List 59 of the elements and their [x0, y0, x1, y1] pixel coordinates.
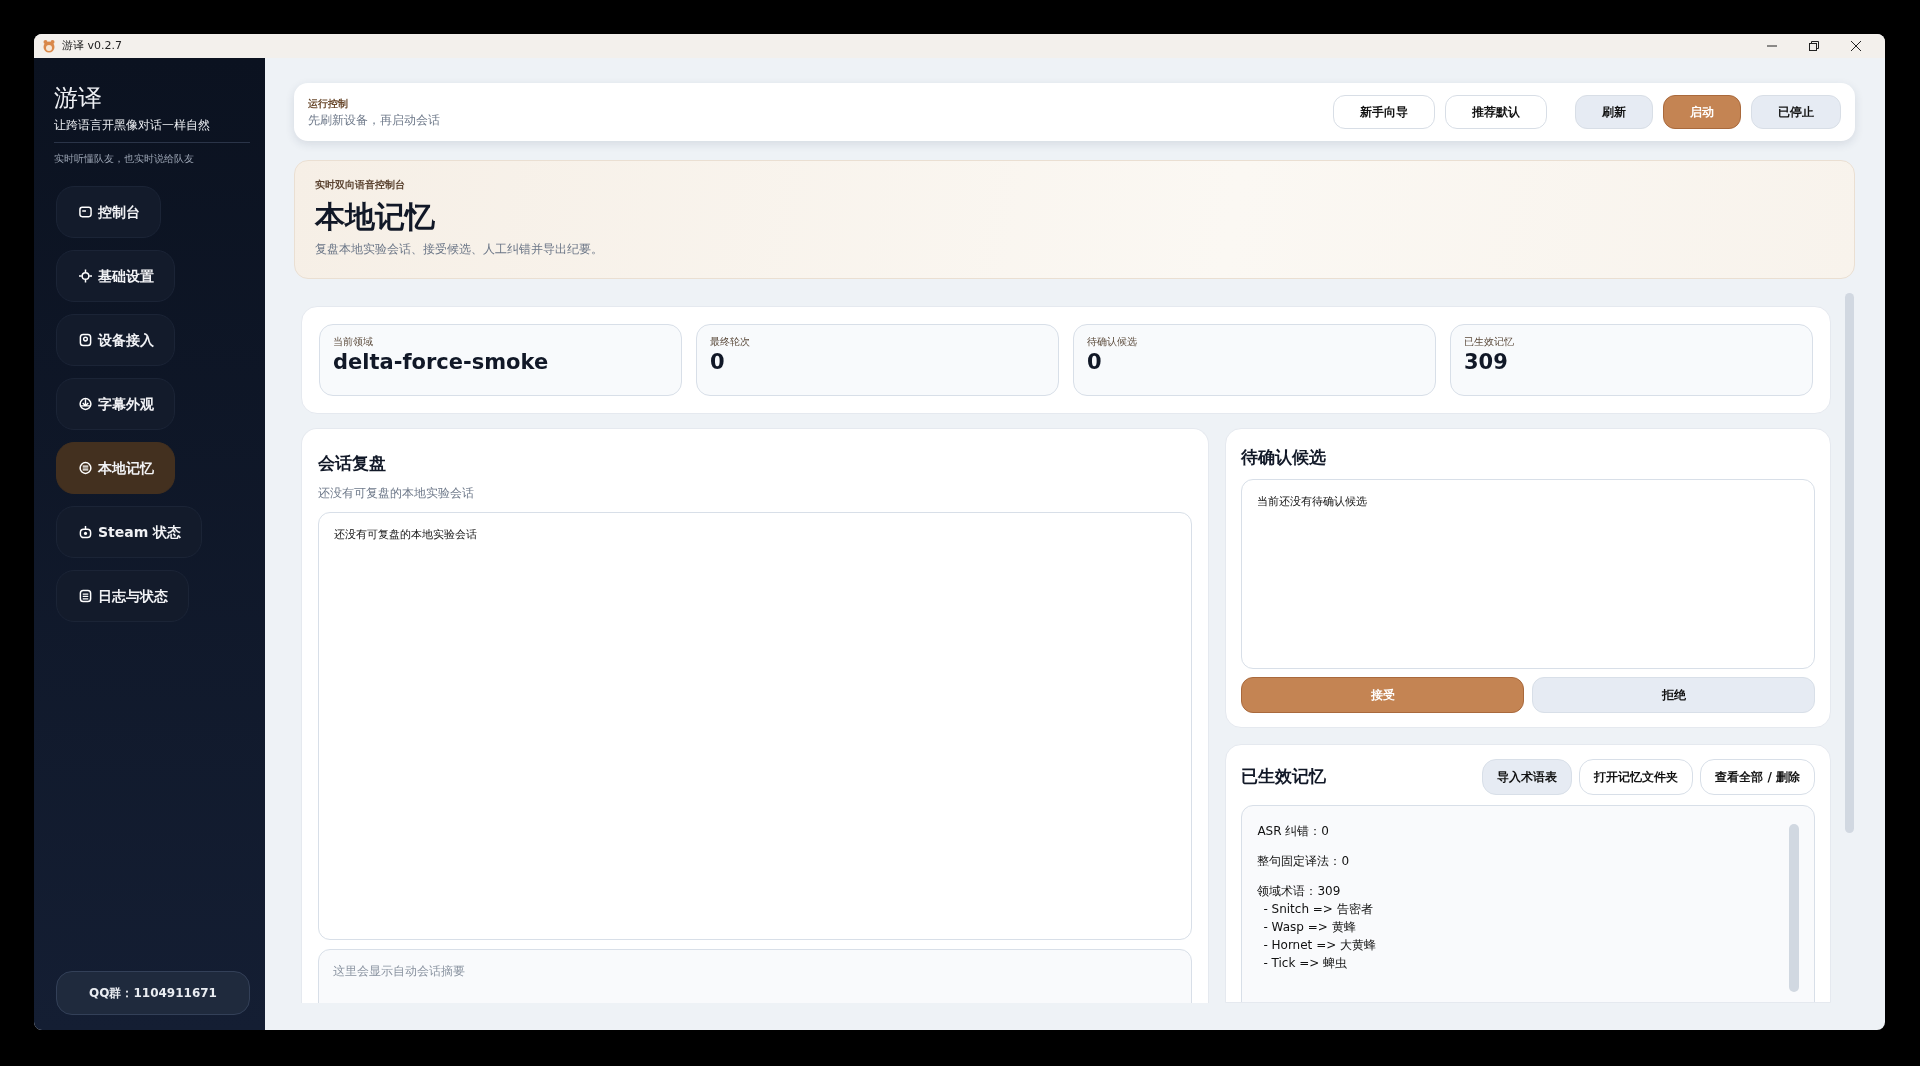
empty-message: 当前还没有待确认候选 — [1257, 494, 1368, 508]
section-label: 运行控制 — [308, 96, 349, 111]
nav-item[interactable]: 日志与状态 — [56, 570, 189, 623]
memory-entry: - Tick => 蜱虫 — [1262, 954, 1349, 972]
device-icon — [79, 333, 92, 348]
nav-item[interactable]: 字幕外观 — [56, 378, 175, 431]
crosshair-icon — [79, 269, 92, 284]
memory-button[interactable]: 导入术语表 — [1482, 758, 1573, 795]
console-icon — [79, 205, 92, 220]
toolbar-button[interactable]: 推荐默认 — [1445, 95, 1547, 129]
nav-item[interactable]: 控制台 — [56, 186, 161, 239]
scrollbar-thumb[interactable] — [1789, 823, 1799, 992]
nav-item[interactable]: 本地记忆 — [56, 442, 175, 495]
toolbar-button[interactable]: 新手向导 — [1333, 95, 1435, 129]
empty-message: 还没有可复盘的本地实验会话 — [334, 527, 477, 541]
memory-heading: ASR 纠错：0 — [1257, 822, 1330, 840]
memory-button[interactable]: 打开记忆文件夹 — [1579, 758, 1694, 795]
app-icon — [42, 39, 56, 53]
close-icon[interactable] — [1851, 41, 1861, 51]
toolbar-button[interactable]: 刷新 — [1575, 95, 1653, 129]
panel-title: 会话复盘 — [318, 452, 387, 475]
hint-text: 先刷新设备，再启动会话 — [308, 111, 440, 129]
list-icon — [79, 461, 92, 476]
download-icon — [79, 397, 92, 412]
summary-field[interactable]: 这里会显示自动会话摘要 — [318, 948, 1193, 1003]
action-button[interactable]: 拒绝 — [1532, 676, 1815, 713]
document-icon — [79, 589, 92, 604]
nav-item[interactable]: 设备接入 — [56, 314, 175, 367]
toolbar-button[interactable]: 已停止 — [1751, 95, 1841, 129]
restore-icon[interactable] — [1809, 41, 1819, 51]
eyebrow-label: 实时双向语音控制台 — [315, 178, 406, 192]
window-title: 游译 v0.2.7 — [62, 37, 122, 54]
memory-heading: 领域术语：309 — [1257, 882, 1342, 900]
stat-label: 已生效记忆 — [1464, 335, 1515, 349]
page-title: 本地记忆 — [315, 198, 436, 236]
panel-subtitle: 还没有可复盘的本地实验会话 — [318, 484, 475, 502]
stat-value: 309 — [1464, 349, 1509, 376]
tagline: 让跨语言开黑像对话一样自然 — [54, 116, 250, 144]
panel-title: 已生效记忆 — [1241, 764, 1327, 788]
robot-icon — [79, 525, 92, 540]
subtitle: 实时听懂队友，也实时说给队友 — [54, 152, 195, 167]
panel-title: 待确认候选 — [1241, 446, 1328, 469]
memory-entry: - Hornet => 大黄蜂 — [1262, 936, 1377, 954]
stat-value: delta-force-smoke — [333, 349, 550, 376]
memory-entry: - Snitch => 告密者 — [1262, 900, 1374, 918]
memory-button[interactable]: 查看全部 / 删除 — [1700, 758, 1815, 795]
nav-item[interactable]: 基础设置 — [56, 250, 175, 303]
page-description: 复盘本地实验会话、接受候选、人工纠错并导出纪要。 — [315, 240, 604, 258]
app-name: 游译 — [54, 84, 103, 113]
memory-heading: 整句固定译法：0 — [1257, 852, 1351, 870]
stat-label: 待确认候选 — [1087, 335, 1138, 349]
stat-value: 0 — [1087, 349, 1103, 376]
stat-label: 最终轮次 — [710, 335, 751, 349]
stat-value: 0 — [710, 349, 726, 376]
nav-item[interactable]: Steam 状态 — [56, 506, 203, 559]
scrollbar-thumb[interactable] — [1845, 293, 1854, 833]
stat-label: 当前领域 — [333, 335, 374, 349]
qq-group-label: QQ群：1104911671 — [56, 971, 250, 1015]
memory-entry: - Wasp => 黄蜂 — [1262, 918, 1357, 936]
